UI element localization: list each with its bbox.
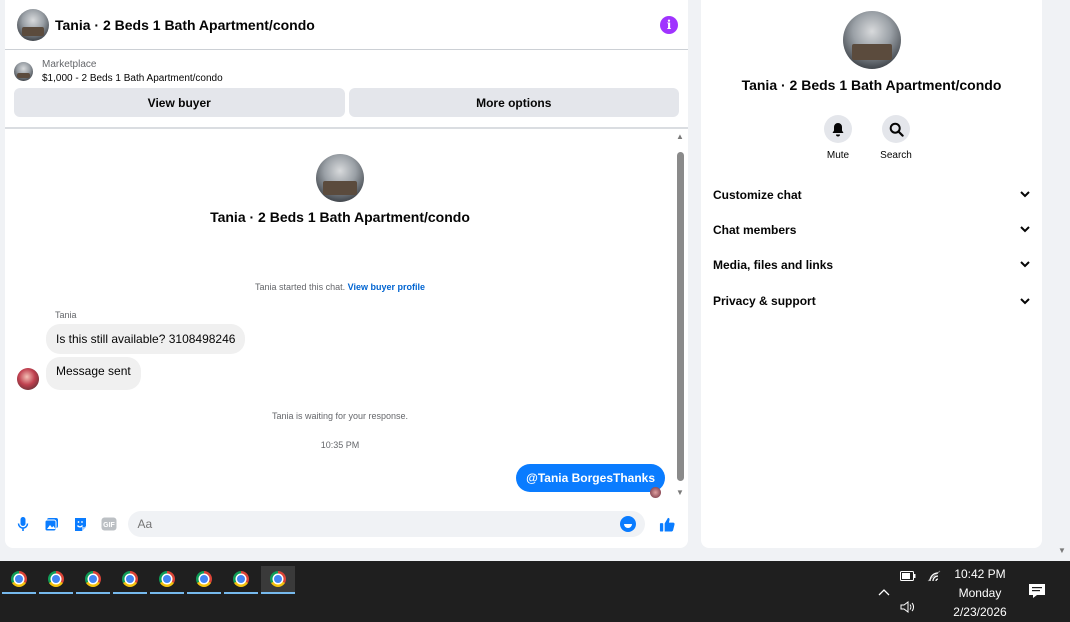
mute-label: Mute [826,150,850,161]
more-options-button[interactable]: More options [348,88,679,117]
notification-center-icon[interactable] [1028,583,1046,599]
message-input-box[interactable] [128,511,645,537]
view-buyer-button[interactable]: View buyer [14,88,345,117]
taskbar-chrome-app-active[interactable] [261,566,295,594]
info-menu: Customize chat Chat members Media, files… [701,177,1042,320]
mute-button[interactable]: Mute [819,115,857,161]
chevron-down-icon [1020,191,1030,198]
listing-thumbnail [14,62,33,81]
outgoing-message-bubble[interactable]: @Tania BorgesThanks [516,464,665,492]
clock-date: 2/23/2026 [953,605,1007,619]
clock-time: 10:42 PM [954,567,1006,581]
taskbar-chrome-app[interactable] [187,566,221,594]
volume-icon[interactable] [898,592,918,622]
chrome-icon [48,571,64,587]
chevron-up-icon [878,588,890,595]
chrome-icon [85,571,101,587]
chat-panel: Tania · 2 Beds 1 Bath Apartment/condo i … [5,0,688,548]
taskbar-chrome-app[interactable] [76,566,110,594]
message-thread[interactable]: Tania · 2 Beds 1 Bath Apartment/condo Ta… [5,130,675,500]
taskbar: 10:42 PM Monday 2/23/2026 [0,561,1070,622]
thumbs-up-icon[interactable] [659,516,675,532]
page-scroll-down-arrow-icon[interactable]: ▼ [1058,546,1066,555]
chat-avatar[interactable] [17,8,49,41]
menu-item-privacy-support[interactable]: Privacy & support [701,282,1042,320]
menu-item-label: Media, files and links [713,257,834,272]
menu-item-customize-chat[interactable]: Customize chat [701,177,1042,212]
taskbar-chrome-app[interactable] [39,566,73,594]
menu-item-chat-members[interactable]: Chat members [701,212,1042,247]
composer: GIF [5,509,688,539]
show-hidden-icons-button[interactable] [875,561,893,622]
svg-text:GIF: GIF [104,522,116,529]
search-label: Search [880,150,912,161]
scroll-up-arrow-icon[interactable]: ▲ [676,132,684,141]
marketplace-label: Marketplace [42,58,97,70]
photo-icon[interactable] [44,516,60,532]
view-buyer-profile-link[interactable]: View buyer profile [348,282,425,292]
taskbar-chrome-app[interactable] [224,566,258,594]
taskbar-chrome-app[interactable] [150,566,184,594]
search-icon [889,122,904,137]
listing-actions: View buyer More options [5,86,688,122]
divider [5,127,688,129]
message-bubble[interactable]: Message sent [46,357,141,390]
sender-avatar[interactable] [17,368,39,390]
menu-item-media-files-links[interactable]: Media, files and links [701,247,1042,282]
search-button[interactable]: Search [877,115,915,161]
chat-info-panel: Tania · 2 Beds 1 Bath Apartment/condo Mu… [701,0,1042,548]
scroll-down-arrow-icon[interactable]: ▼ [676,488,684,497]
chrome-icon [270,571,286,587]
sticker-icon[interactable] [73,516,89,532]
chrome-icon [122,571,138,587]
chrome-icon [196,571,212,587]
message-input[interactable] [137,517,620,531]
message-timestamp: 10:35 PM [320,440,360,450]
taskbar-chrome-app[interactable] [113,566,147,594]
message-bubble[interactable]: Is this still available? 3108498246 [46,324,246,354]
chevron-down-icon [1020,226,1030,233]
chat-title[interactable]: Tania · 2 Beds 1 Bath Apartment/condo [55,17,660,33]
bell-icon [832,122,844,136]
listing-title: $1,000 - 2 Beds 1 Bath Apartment/condo [42,72,223,84]
clock-day: Monday [958,586,1002,600]
scroll-thumb[interactable] [677,152,684,481]
chrome-icon [233,571,249,587]
info-title: Tania · 2 Beds 1 Bath Apartment/condo [741,77,1002,93]
info-avatar[interactable] [843,11,901,69]
seen-avatar [650,487,661,498]
thread-title: Tania · 2 Beds 1 Bath Apartment/condo [210,209,470,225]
chevron-down-icon [1020,297,1030,304]
started-text: Tania started this chat. [255,282,346,292]
chevron-down-icon [1020,261,1030,268]
menu-item-label: Chat members [713,222,797,237]
message-scrollbar[interactable]: ▲ ▼ [675,132,687,497]
sender-name: Tania [55,310,77,320]
chrome-icon [159,571,175,587]
gif-icon[interactable]: GIF [101,516,117,532]
chat-started-notice: Tania started this chat. View buyer prof… [5,282,675,292]
network-icon[interactable] [924,561,944,591]
chat-header: Tania · 2 Beds 1 Bath Apartment/condo i [5,0,688,50]
thread-avatar[interactable] [316,154,364,202]
emoji-icon[interactable] [620,516,636,532]
menu-item-label: Customize chat [713,187,802,202]
menu-item-label: Privacy & support [713,294,816,308]
info-icon[interactable]: i [660,15,678,34]
taskbar-chrome-app[interactable] [2,566,36,594]
taskbar-clock[interactable]: 10:42 PM Monday 2/23/2026 [945,565,1015,622]
battery-icon[interactable] [898,561,918,591]
chrome-icon [11,571,27,587]
waiting-notice: Tania is waiting for your response. [271,411,409,421]
marketplace-listing[interactable]: Marketplace $1,000 - 2 Beds 1 Bath Apart… [5,50,688,86]
microphone-icon[interactable] [15,516,31,532]
